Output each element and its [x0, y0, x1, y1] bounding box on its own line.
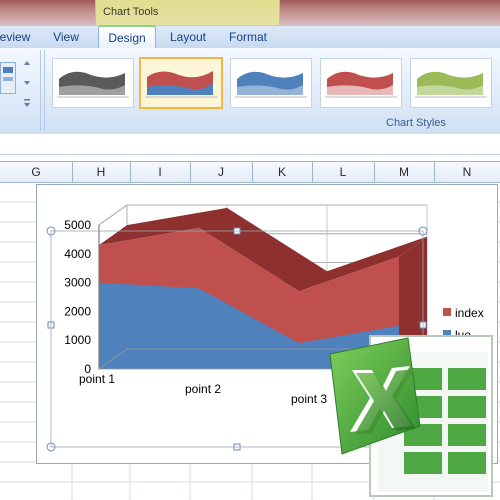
y-tick-label: 2000	[64, 304, 91, 318]
chevron-up-icon	[24, 61, 30, 65]
style-preview-icon	[57, 71, 129, 98]
column-header-l[interactable]: L	[312, 162, 375, 182]
style-preview-icon	[415, 71, 487, 98]
chart-style-red[interactable]	[320, 58, 402, 108]
ribbon-tab-row: eview View Design Layout Format	[0, 25, 500, 49]
chart-style-gray[interactable]	[52, 58, 134, 108]
tab-review[interactable]: eview	[0, 26, 32, 48]
chevron-down-icon	[24, 81, 30, 85]
legend-label: index	[455, 306, 484, 320]
y-tick-label: 3000	[64, 276, 91, 290]
column-headers: G H I J K L M N	[0, 161, 500, 183]
gallery-more-button[interactable]	[20, 96, 34, 110]
x-tick-label: point 2	[185, 382, 221, 396]
chart-layout-thumbnail[interactable]	[0, 62, 16, 94]
y-tick-label: 1000	[64, 333, 91, 347]
style-preview-icon	[235, 71, 307, 98]
tab-format[interactable]: Format	[222, 26, 274, 48]
column-header-h[interactable]: H	[72, 162, 131, 182]
style-preview-icon	[325, 71, 397, 98]
column-header-g[interactable]: G	[0, 162, 73, 182]
y-tick-label: 5000	[64, 218, 91, 232]
chart-style-green[interactable]	[410, 58, 492, 108]
formula-bar-area	[0, 134, 500, 155]
chart-tools-label: Chart Tools	[103, 6, 159, 18]
column-header-j[interactable]: J	[190, 162, 253, 182]
y-tick-label: 4000	[64, 247, 91, 261]
column-header-i[interactable]: I	[130, 162, 191, 182]
chart-style-blue[interactable]	[230, 58, 312, 108]
gallery-scroll-up-button[interactable]	[20, 56, 34, 70]
chart-styles-group-label: Chart Styles	[386, 117, 446, 129]
more-icon	[24, 99, 30, 107]
x-tick-label: point 1	[79, 372, 115, 386]
column-header-m[interactable]: M	[374, 162, 435, 182]
column-header-n[interactable]: N	[434, 162, 500, 182]
y-axis-ticks: 500040003000200010000	[64, 218, 91, 376]
legend-swatch	[443, 308, 451, 316]
layout-icon	[3, 67, 13, 81]
tab-layout[interactable]: Layout	[164, 26, 212, 48]
gallery-scroll-down-button[interactable]	[20, 76, 34, 90]
chart-style-red-blue[interactable]	[139, 57, 223, 109]
excel-logo-icon	[329, 335, 493, 497]
style-preview-icon	[145, 71, 217, 98]
tab-view[interactable]: View	[46, 26, 86, 48]
column-header-k[interactable]: K	[252, 162, 313, 182]
tab-design[interactable]: Design	[98, 25, 156, 49]
